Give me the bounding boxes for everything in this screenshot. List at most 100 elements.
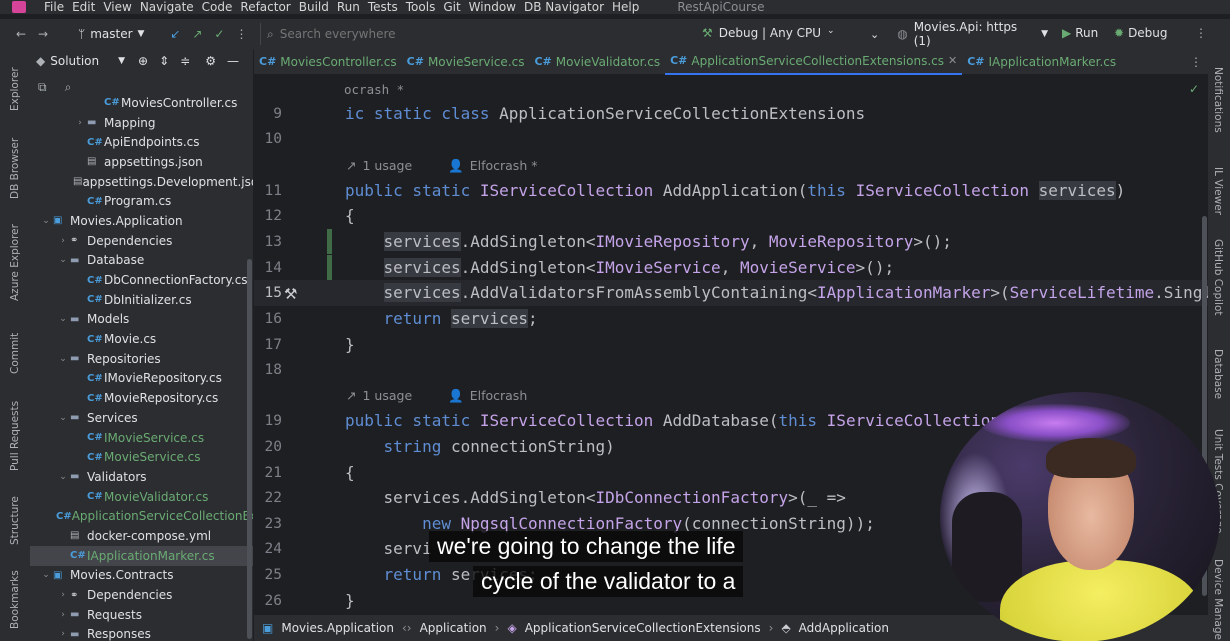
tool-database[interactable]: Database: [1212, 349, 1224, 399]
menu-edit[interactable]: Edit: [72, 0, 95, 14]
tool-db-browser[interactable]: DB Browser: [9, 138, 21, 199]
tree-node[interactable]: C# ApplicationServiceCollectionEx: [30, 506, 253, 526]
code-vision-hint[interactable]: ↗ 1 usage 👤 Elfocrash: [346, 388, 527, 404]
tree-node[interactable]: ⌄ ▬ Models: [30, 310, 253, 330]
tree-node[interactable]: › ⚭ Dependencies: [30, 585, 253, 605]
tree-node[interactable]: › ⚭ Dependencies: [30, 231, 253, 251]
tool-il-viewer[interactable]: IL Viewer: [1212, 167, 1224, 215]
chevron-down-icon[interactable]: ⌄: [39, 216, 53, 226]
tool-commit[interactable]: Commit: [9, 333, 21, 374]
tree-node[interactable]: ▤ appsettings.json: [30, 152, 253, 172]
breadcrumb-item[interactable]: AddApplication: [799, 621, 889, 635]
tree-node[interactable]: C# DbInitializer.cs: [30, 290, 253, 310]
breadcrumb-item[interactable]: Movies.Application: [281, 621, 394, 635]
tree-node[interactable]: › ▬ Responses: [30, 625, 253, 641]
tree-node[interactable]: C# IApplicationMarker.cs: [30, 545, 253, 566]
search-input[interactable]: [279, 27, 440, 41]
tool-azure-explorer[interactable]: Azure Explorer: [9, 224, 21, 301]
menu-tests[interactable]: Tests: [368, 0, 398, 14]
push-icon[interactable]: ↗: [186, 27, 208, 41]
breadcrumb-item[interactable]: Application: [420, 621, 487, 635]
gear-icon[interactable]: ⚙: [205, 54, 216, 68]
branch-selector[interactable]: ᛘ master ▼: [78, 27, 144, 41]
panel-scrollbar[interactable]: [247, 259, 252, 639]
tree-node[interactable]: › ▬ Requests: [30, 605, 253, 625]
chevron-down-icon[interactable]: ▼: [118, 56, 125, 66]
locate-icon[interactable]: ⊕: [138, 54, 148, 68]
run-config-selector[interactable]: ⌄ ◍ Movies.Api: https (1) ▼: [862, 20, 1054, 48]
menu-refactor[interactable]: Refactor: [240, 0, 290, 14]
tool-bookmarks[interactable]: Bookmarks: [9, 570, 21, 629]
breadcrumb-item[interactable]: ApplicationServiceCollectionExtensions: [525, 621, 761, 635]
tree-node[interactable]: ⌄ ▬ Services: [30, 408, 253, 428]
tree-node[interactable]: C# MovieService.cs: [30, 447, 253, 467]
editor-tab[interactable]: C# IApplicationMarker.cs: [962, 49, 1121, 75]
tree-node[interactable]: ⌄ ▣ Movies.Application: [30, 211, 253, 231]
tree-node[interactable]: C# ApiEndpoints.cs: [30, 132, 253, 152]
debug-button[interactable]: ✹ Debug: [1114, 26, 1168, 40]
close-icon[interactable]: ✕: [948, 54, 957, 67]
chevron-down-icon[interactable]: ⌄: [56, 314, 70, 324]
run-button[interactable]: ▶ Run: [1062, 26, 1098, 40]
more-vertical-icon[interactable]: ⋮: [1190, 55, 1202, 69]
chevron-right-icon[interactable]: ›: [56, 610, 70, 620]
tree-node[interactable]: ▤ appsettings.Development.json: [30, 172, 253, 192]
forward-arrow-icon[interactable]: →: [32, 27, 54, 41]
quick-fix-hammer-icon[interactable]: ⚒: [284, 285, 297, 303]
hide-panel-icon[interactable]: —: [227, 54, 239, 68]
tree-node[interactable]: C# IMovieService.cs: [30, 428, 253, 448]
chevron-down-icon[interactable]: ⌄: [39, 570, 53, 580]
update-project-icon[interactable]: ↙: [164, 27, 186, 41]
more-vertical-icon[interactable]: ⋮: [1190, 26, 1212, 40]
build-config-selector[interactable]: ⚒ Debug | Any CPU ⌄: [702, 26, 835, 40]
chevron-down-icon[interactable]: ⌄: [56, 472, 70, 482]
tool-pull-requests[interactable]: Pull Requests: [9, 401, 21, 471]
tree-node[interactable]: C# MovieValidator.cs: [30, 487, 253, 507]
chevron-right-icon[interactable]: ›: [56, 236, 70, 246]
expand-icon[interactable]: ≑: [180, 54, 190, 68]
chevron-down-icon[interactable]: ⌄: [56, 255, 70, 265]
menu-help[interactable]: Help: [612, 0, 639, 14]
editor-tab[interactable]: C# MovieService.cs: [402, 49, 530, 75]
menu-window[interactable]: Window: [469, 0, 516, 14]
menu-git[interactable]: Git: [443, 0, 460, 14]
tree-node[interactable]: C# MoviesController.cs: [30, 93, 253, 113]
menu-file[interactable]: File: [44, 0, 64, 14]
menu-navigate[interactable]: Navigate: [140, 0, 194, 14]
tool-explorer[interactable]: Explorer: [9, 67, 21, 111]
menu-run[interactable]: Run: [337, 0, 360, 14]
chevron-down-icon[interactable]: ⌄: [56, 413, 70, 423]
tree-node[interactable]: ⌄ ▣ Movies.Contracts: [30, 566, 253, 586]
tree-node[interactable]: C# Movie.cs: [30, 329, 253, 349]
panel-title[interactable]: Solution: [50, 54, 99, 68]
commit-check-icon[interactable]: ✓: [208, 27, 230, 41]
menu-tools[interactable]: Tools: [406, 0, 436, 14]
menu-view[interactable]: View: [103, 0, 131, 14]
back-arrow-icon[interactable]: ←: [10, 27, 32, 41]
chevron-right-icon[interactable]: ›: [56, 629, 70, 639]
chevron-down-icon[interactable]: ⌄: [56, 354, 70, 364]
tree-node[interactable]: ⌄ ▬ Validators: [30, 467, 253, 487]
menu-code[interactable]: Code: [202, 0, 233, 14]
chevron-right-icon[interactable]: ›: [73, 118, 87, 128]
menu-build[interactable]: Build: [299, 0, 329, 14]
tool-notifications[interactable]: Notifications: [1212, 67, 1224, 133]
tree-node[interactable]: C# DbConnectionFactory.cs: [30, 270, 253, 290]
tree-node[interactable]: C# MovieRepository.cs: [30, 388, 253, 408]
tree-node[interactable]: › ▬ Mapping: [30, 113, 253, 133]
editor-tab[interactable]: C# ApplicationServiceCollectionExtensions…: [665, 49, 963, 75]
more-vertical-icon[interactable]: ⋮: [230, 27, 252, 41]
tree-node[interactable]: ⌄ ▬ Repositories: [30, 349, 253, 369]
editor-tab[interactable]: C# MoviesController.cs: [254, 49, 402, 75]
inspection-ok-icon[interactable]: ✓: [1189, 82, 1199, 96]
tree-node[interactable]: ⌄ ▬ Database: [30, 251, 253, 271]
menu-db-navigator[interactable]: DB Navigator: [524, 0, 604, 14]
editor-tab[interactable]: C# MovieValidator.cs: [529, 49, 665, 75]
chevron-right-icon[interactable]: ›: [56, 590, 70, 600]
search-everywhere[interactable]: ⌕: [260, 23, 452, 45]
tool-structure[interactable]: Structure: [9, 496, 21, 545]
tree-node[interactable]: C# Program.cs: [30, 191, 253, 211]
tool-device-manager[interactable]: Device Manager: [1212, 559, 1224, 641]
tree-node[interactable]: ▤ docker-compose.yml: [30, 526, 253, 546]
tree-node[interactable]: C# IMovieRepository.cs: [30, 369, 253, 389]
